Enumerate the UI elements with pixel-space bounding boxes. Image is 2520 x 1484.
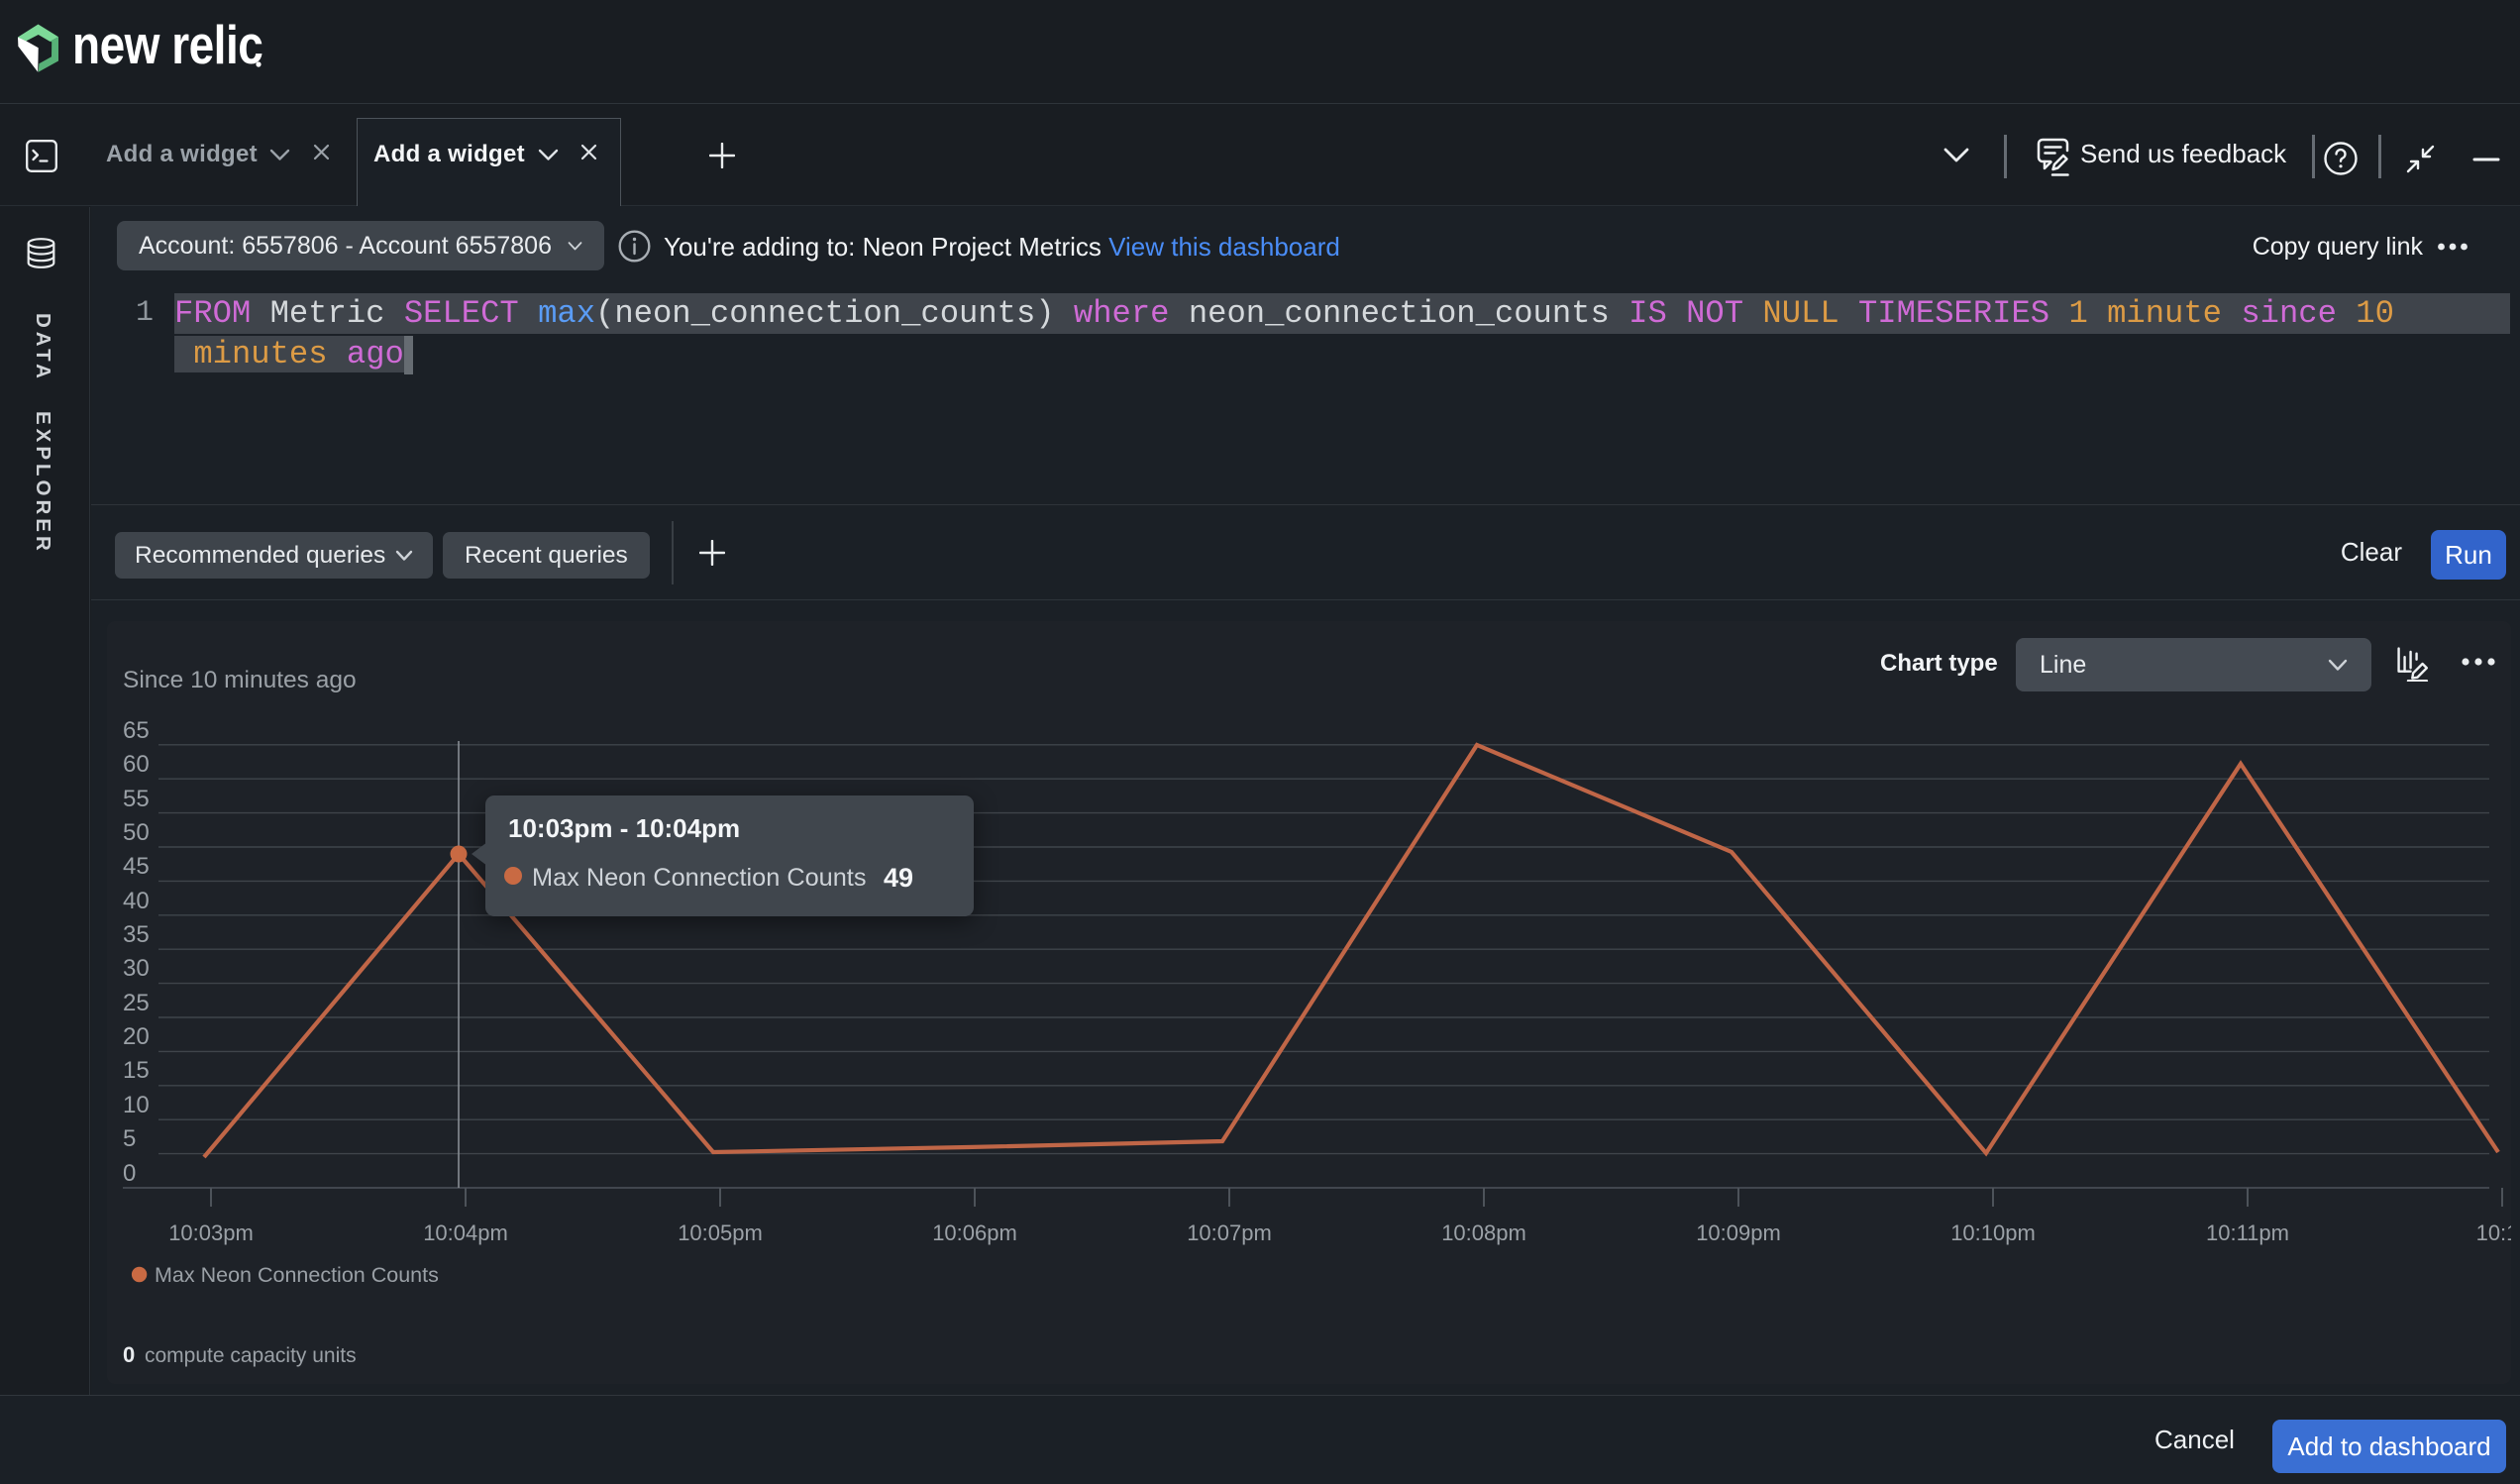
svg-text:65: 65 <box>123 717 150 744</box>
svg-text:10:08pm: 10:08pm <box>1441 1220 1526 1245</box>
svg-text:10:09pm: 10:09pm <box>1696 1220 1781 1245</box>
svg-text:15: 15 <box>123 1057 150 1084</box>
svg-text:10:04pm: 10:04pm <box>423 1220 508 1245</box>
svg-text:0: 0 <box>123 1342 135 1367</box>
svg-text:10:10pm: 10:10pm <box>1950 1220 2036 1245</box>
svg-text:60: 60 <box>123 751 150 778</box>
svg-text:10:1: 10:1 <box>2476 1220 2511 1245</box>
svg-text:35: 35 <box>123 921 150 948</box>
svg-text:55: 55 <box>123 786 150 812</box>
svg-text:50: 50 <box>123 819 150 846</box>
svg-text:10:11pm: 10:11pm <box>2206 1220 2289 1245</box>
svg-text:10:07pm: 10:07pm <box>1187 1220 1272 1245</box>
svg-text:5: 5 <box>123 1125 136 1152</box>
svg-text:10:05pm: 10:05pm <box>678 1220 763 1245</box>
svg-text:compute capacity units: compute capacity units <box>145 1344 357 1367</box>
svg-text:25: 25 <box>123 990 150 1016</box>
svg-text:20: 20 <box>123 1023 150 1050</box>
svg-text:30: 30 <box>123 955 150 982</box>
svg-text:0: 0 <box>123 1160 136 1187</box>
svg-text:10: 10 <box>123 1092 150 1118</box>
svg-text:10:06pm: 10:06pm <box>932 1220 1017 1245</box>
svg-text:10:03pm: 10:03pm <box>168 1220 254 1245</box>
svg-text:40: 40 <box>123 888 150 914</box>
svg-text:Max Neon Connection Counts: Max Neon Connection Counts <box>155 1263 439 1287</box>
svg-text:new relic: new relic <box>72 14 262 74</box>
svg-text:45: 45 <box>123 853 150 880</box>
